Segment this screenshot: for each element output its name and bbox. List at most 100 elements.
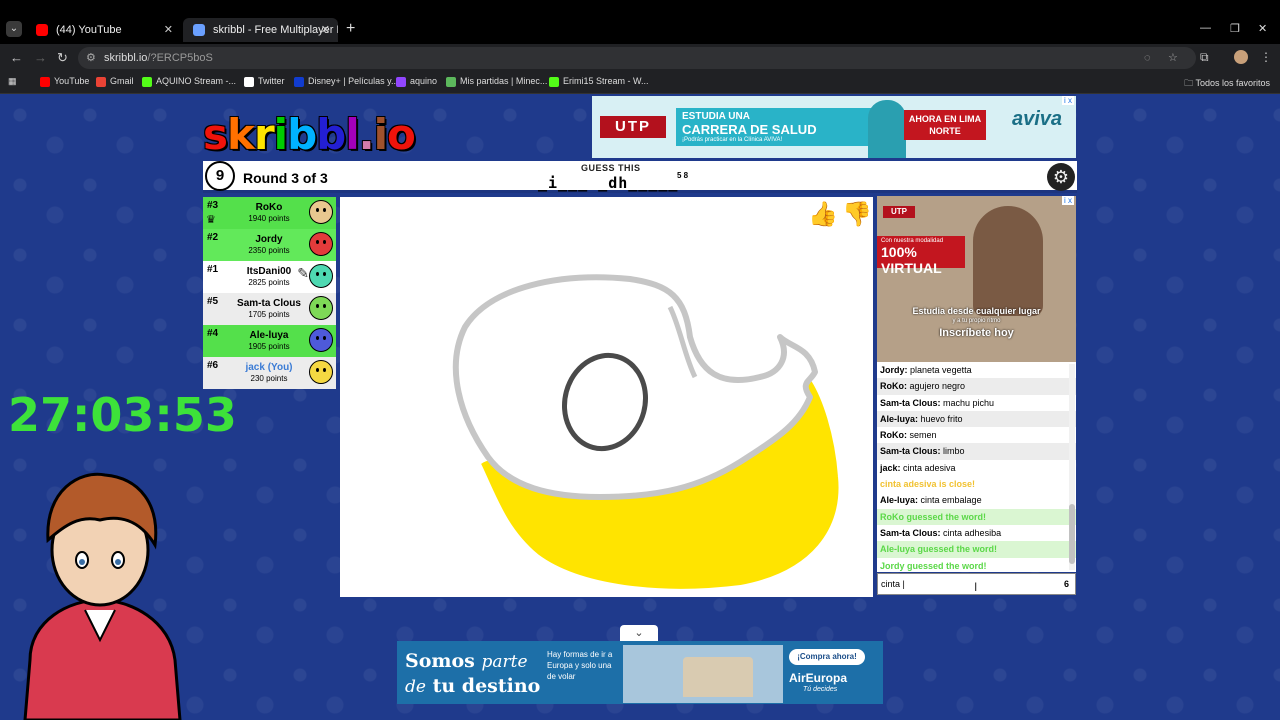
skribbl-icon xyxy=(193,24,205,36)
chat-author: jack: xyxy=(880,462,901,473)
menu-icon[interactable]: ⋮ xyxy=(1260,50,1272,64)
new-tab-button[interactable]: + xyxy=(346,20,355,38)
aireuropa-logo: AirEuropa xyxy=(789,671,848,685)
scrollbar-thumb[interactable] xyxy=(1069,504,1075,564)
drawing-canvas[interactable] xyxy=(340,197,873,597)
all-bookmarks-folder[interactable]: 🗀 Todos los favoritos xyxy=(1184,76,1270,92)
bookmark-minecraft[interactable]: Mis partidas | Minec... xyxy=(446,76,547,87)
chat-text: cinta embalage xyxy=(920,495,982,506)
profile-avatar[interactable] xyxy=(1234,50,1248,64)
apps-icon[interactable]: ▦ xyxy=(8,76,17,87)
bookmark-erimi-stream[interactable]: Erimi15 Stream - W... xyxy=(549,76,649,87)
logo-letter: r xyxy=(253,110,275,159)
settings-gear-icon[interactable]: ⚙ xyxy=(1047,163,1075,191)
player-row[interactable]: #3 ♛ RoKo 1940 points xyxy=(203,197,336,229)
skribbl-logo: skribbl.io xyxy=(203,110,416,159)
bookmark-twitter[interactable]: Twitter xyxy=(244,76,285,87)
aireuropa-banner-ad[interactable]: Somos parte de tu destino Hay formas de … xyxy=(397,641,883,704)
x-icon xyxy=(244,77,254,87)
eye-off-icon[interactable]: ◌ xyxy=(1144,47,1151,69)
reload-icon[interactable]: ↻ xyxy=(57,50,68,66)
logo-letter: k xyxy=(227,110,255,159)
collapse-ad-button[interactable]: ⌄ xyxy=(620,625,658,641)
ad-person-image xyxy=(973,206,1043,316)
player-row[interactable]: #5 Sam-ta Clous 1705 points xyxy=(203,293,336,325)
address-bar-row: ← → ↻ ⚙ skribbl.io/?ERCP5boS ◌ ☆ ⧉ ⋮ xyxy=(0,44,1280,72)
player-avatar xyxy=(309,232,333,256)
chat-author: RoKo: xyxy=(880,430,907,441)
utp-banner-ad[interactable]: UTP ESTUDIA UNA CARRERA DE SALUD ¡Podrás… xyxy=(592,96,1076,158)
ad-caption3: Inscríbete hoy xyxy=(939,327,1014,339)
tab-search-button[interactable]: ⌄ xyxy=(6,21,22,37)
chat-message: Jordy guessed the word! xyxy=(877,557,1076,572)
player-avatar xyxy=(309,296,333,320)
logo-letter: . xyxy=(358,110,375,159)
chat-text: Jordy guessed the word! xyxy=(880,560,987,571)
back-icon[interactable]: ← xyxy=(10,50,23,65)
bookmark-aquino[interactable]: aquino xyxy=(396,76,437,87)
player-row[interactable]: #1 ItsDani00 2825 points ✎ xyxy=(203,261,336,293)
text-cursor-icon: I xyxy=(974,580,978,594)
bookmark-gmail[interactable]: Gmail xyxy=(96,76,134,87)
player-row[interactable]: #2 Jordy 2350 points xyxy=(203,229,336,261)
logo-letter: o xyxy=(387,110,416,159)
bookmark-label: YouTube xyxy=(54,76,90,86)
logo-letter: b xyxy=(316,110,346,159)
restore-icon[interactable]: ❐ xyxy=(1230,22,1240,35)
extensions-icon[interactable]: ⧉ xyxy=(1200,50,1209,65)
ad-buy-button[interactable]: ¡Compra ahora! xyxy=(789,649,865,665)
chat-scrollbar[interactable] xyxy=(1069,364,1075,570)
player-row[interactable]: #6 jack (You) 230 points xyxy=(203,357,336,389)
ad-choices-icon[interactable]: i x xyxy=(1062,96,1074,105)
tab-skribbl[interactable]: skribbl - Free Multiplayer Drawi ✕ xyxy=(183,18,338,42)
chat-message: Ale-luya: cinta embalage xyxy=(877,492,1076,508)
forward-icon[interactable]: → xyxy=(34,50,47,65)
chat-message: RoKo: agujero negro xyxy=(877,378,1076,395)
ad-nurse-image xyxy=(868,100,906,158)
ad-city-image xyxy=(623,645,783,703)
tab-youtube[interactable]: (44) YouTube ✕ xyxy=(26,18,181,42)
ad-caption1: Estudia desde cualquier lugar xyxy=(912,306,1041,316)
url-field[interactable]: ⚙ skribbl.io/?ERCP5boS ◌ ☆ xyxy=(78,47,1196,69)
chat-text: planeta vegetta xyxy=(910,365,972,375)
tab-title: skribbl - Free Multiplayer Drawi xyxy=(213,24,338,36)
player-rank: #4 xyxy=(207,328,219,339)
minecraft-icon xyxy=(446,77,456,87)
ad-word-parte: parte xyxy=(481,652,528,672)
chat-message: RoKo: semen xyxy=(877,427,1076,443)
bookmark-youtube[interactable]: YouTube xyxy=(40,76,90,87)
kick-icon xyxy=(549,77,559,87)
thumbs-down-icon[interactable]: 👎 xyxy=(842,200,872,229)
player-points: 1940 points xyxy=(248,214,290,223)
window-close-icon[interactable]: ✕ xyxy=(1258,22,1267,35)
ad-brand: UTP xyxy=(883,206,915,218)
ad-word-de: de xyxy=(405,677,426,697)
chat-author: RoKo: xyxy=(880,381,907,392)
close-icon[interactable]: ✕ xyxy=(321,18,330,42)
site-info-icon[interactable]: ⚙ xyxy=(86,47,96,69)
chat-text: cinta adesiva xyxy=(903,462,956,473)
word-hint: _i___ _dh_____ xyxy=(538,174,679,192)
chat-text: machu pichu xyxy=(943,397,995,408)
star-icon[interactable]: ☆ xyxy=(1168,47,1178,69)
player-points: 1905 points xyxy=(248,342,290,351)
player-name: Jordy xyxy=(255,234,283,245)
player-name: jack (You) xyxy=(245,362,293,373)
thumbs-up-icon[interactable]: 👍 xyxy=(808,200,838,229)
chat-text: agujero negro xyxy=(909,381,966,392)
chat-message: Ale-luya guessed the word! xyxy=(877,541,1076,558)
chat-input[interactable] xyxy=(881,576,1051,592)
aviva-logo: aviva xyxy=(1012,108,1063,130)
chat-message: Ale-luya: huevo frito xyxy=(877,410,1076,428)
word-lengths: 5 8 xyxy=(677,171,689,180)
chat-text: Ale-luya guessed the word! xyxy=(880,544,998,555)
close-icon[interactable]: ✕ xyxy=(164,18,173,42)
bookmark-disney[interactable]: Disney+ | Películas y... xyxy=(294,76,398,87)
player-row[interactable]: #4 Ale-luya 1905 points xyxy=(203,325,336,357)
ad-choices-icon[interactable]: i x xyxy=(1062,196,1074,205)
minimize-icon[interactable]: — xyxy=(1200,22,1211,34)
bookmark-aquino-stream[interactable]: AQUINO Stream -... xyxy=(142,76,236,87)
utp-side-ad[interactable]: UTP Con nuestra modalidad 100% VIRTUAL E… xyxy=(877,196,1076,362)
player-avatar xyxy=(309,200,333,224)
tab-title: (44) YouTube xyxy=(56,24,122,36)
